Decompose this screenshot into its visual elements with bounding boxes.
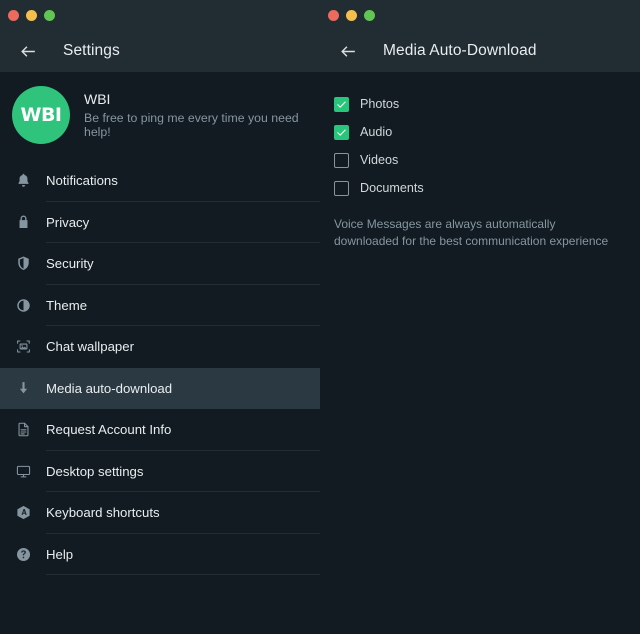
checkbox-row-audio[interactable]: Audio [334,118,624,146]
sidebar-item-label: Chat wallpaper [46,339,134,354]
sidebar-item-label: Keyboard shortcuts [46,505,160,520]
contrast-icon [12,294,34,316]
documents-checkbox[interactable] [334,181,349,196]
check-icon [336,99,347,110]
avatar[interactable]: WBI [12,86,70,144]
checkbox-label: Documents [360,181,424,195]
media-options-list: Photos Audio Videos Documents Voice Mess… [320,72,640,251]
divider [46,574,320,575]
profile-name: WBI [84,91,304,107]
sidebar-item-label: Privacy [46,215,89,230]
sidebar-item-request-account-info[interactable]: Request Account Info [0,409,320,451]
photos-checkbox[interactable] [334,97,349,112]
sidebar-item-help[interactable]: Help [0,534,320,576]
maximize-button[interactable] [44,10,55,21]
help-circle-icon [12,543,34,565]
profile-info: WBI Be free to ping me every time you ne… [84,91,304,139]
back-button-settings[interactable] [16,39,40,63]
back-button-media[interactable] [336,39,360,63]
settings-title: Settings [63,42,120,60]
whatsapp-settings-window: WABETAINFO WABETAINFO Settings WBI WBI B… [0,0,640,634]
checkbox-label: Photos [360,97,399,111]
document-icon [12,419,34,441]
sidebar-item-privacy[interactable]: Privacy [0,202,320,244]
checkbox-label: Videos [360,153,398,167]
profile-status: Be free to ping me every time you need h… [84,111,304,139]
image-frame-icon [12,336,34,358]
media-title: Media Auto-Download [383,42,537,60]
sidebar-item-chat-wallpaper[interactable]: Chat wallpaper [0,326,320,368]
sidebar-item-label: Notifications [46,173,118,188]
settings-pane: Settings WBI WBI Be free to ping me ever… [0,0,320,634]
avatar-initials: WBI [20,104,61,126]
profile-row[interactable]: WBI WBI Be free to ping me every time yo… [0,72,320,160]
settings-list: Notifications Privacy Security [0,160,320,575]
close-button[interactable] [328,10,339,21]
keyboard-key-icon [12,502,34,524]
videos-checkbox[interactable] [334,153,349,168]
download-arrow-icon [12,377,34,399]
sidebar-item-notifications[interactable]: Notifications [0,160,320,202]
monitor-icon [12,460,34,482]
maximize-button[interactable] [364,10,375,21]
audio-checkbox[interactable] [334,125,349,140]
check-icon [336,127,347,138]
sidebar-item-desktop-settings[interactable]: Desktop settings [0,451,320,493]
media-auto-download-pane: Media Auto-Download Photos Audio Videos [320,0,640,634]
minimize-button[interactable] [26,10,37,21]
arrow-left-icon [339,42,358,61]
sidebar-item-label: Desktop settings [46,464,144,479]
sidebar-item-theme[interactable]: Theme [0,285,320,327]
bell-icon [12,170,34,192]
sidebar-item-label: Media auto-download [46,381,172,396]
media-header: Media Auto-Download [320,30,640,72]
sidebar-item-label: Request Account Info [46,422,171,437]
voice-messages-note: Voice Messages are always automatically … [334,216,616,251]
shield-icon [12,253,34,275]
titlebar-right [320,0,640,30]
sidebar-item-label: Security [46,256,94,271]
checkbox-label: Audio [360,125,392,139]
lock-icon [12,211,34,233]
titlebar-left [0,0,320,30]
minimize-button[interactable] [346,10,357,21]
checkbox-row-photos[interactable]: Photos [334,90,624,118]
settings-header: Settings [0,30,320,72]
checkbox-row-documents[interactable]: Documents [334,174,624,202]
sidebar-item-label: Help [46,547,73,562]
sidebar-item-security[interactable]: Security [0,243,320,285]
arrow-left-icon [19,42,38,61]
sidebar-item-media-auto-download[interactable]: Media auto-download [0,368,320,410]
checkbox-row-videos[interactable]: Videos [334,146,624,174]
sidebar-item-keyboard-shortcuts[interactable]: Keyboard shortcuts [0,492,320,534]
close-button[interactable] [8,10,19,21]
sidebar-item-label: Theme [46,298,87,313]
